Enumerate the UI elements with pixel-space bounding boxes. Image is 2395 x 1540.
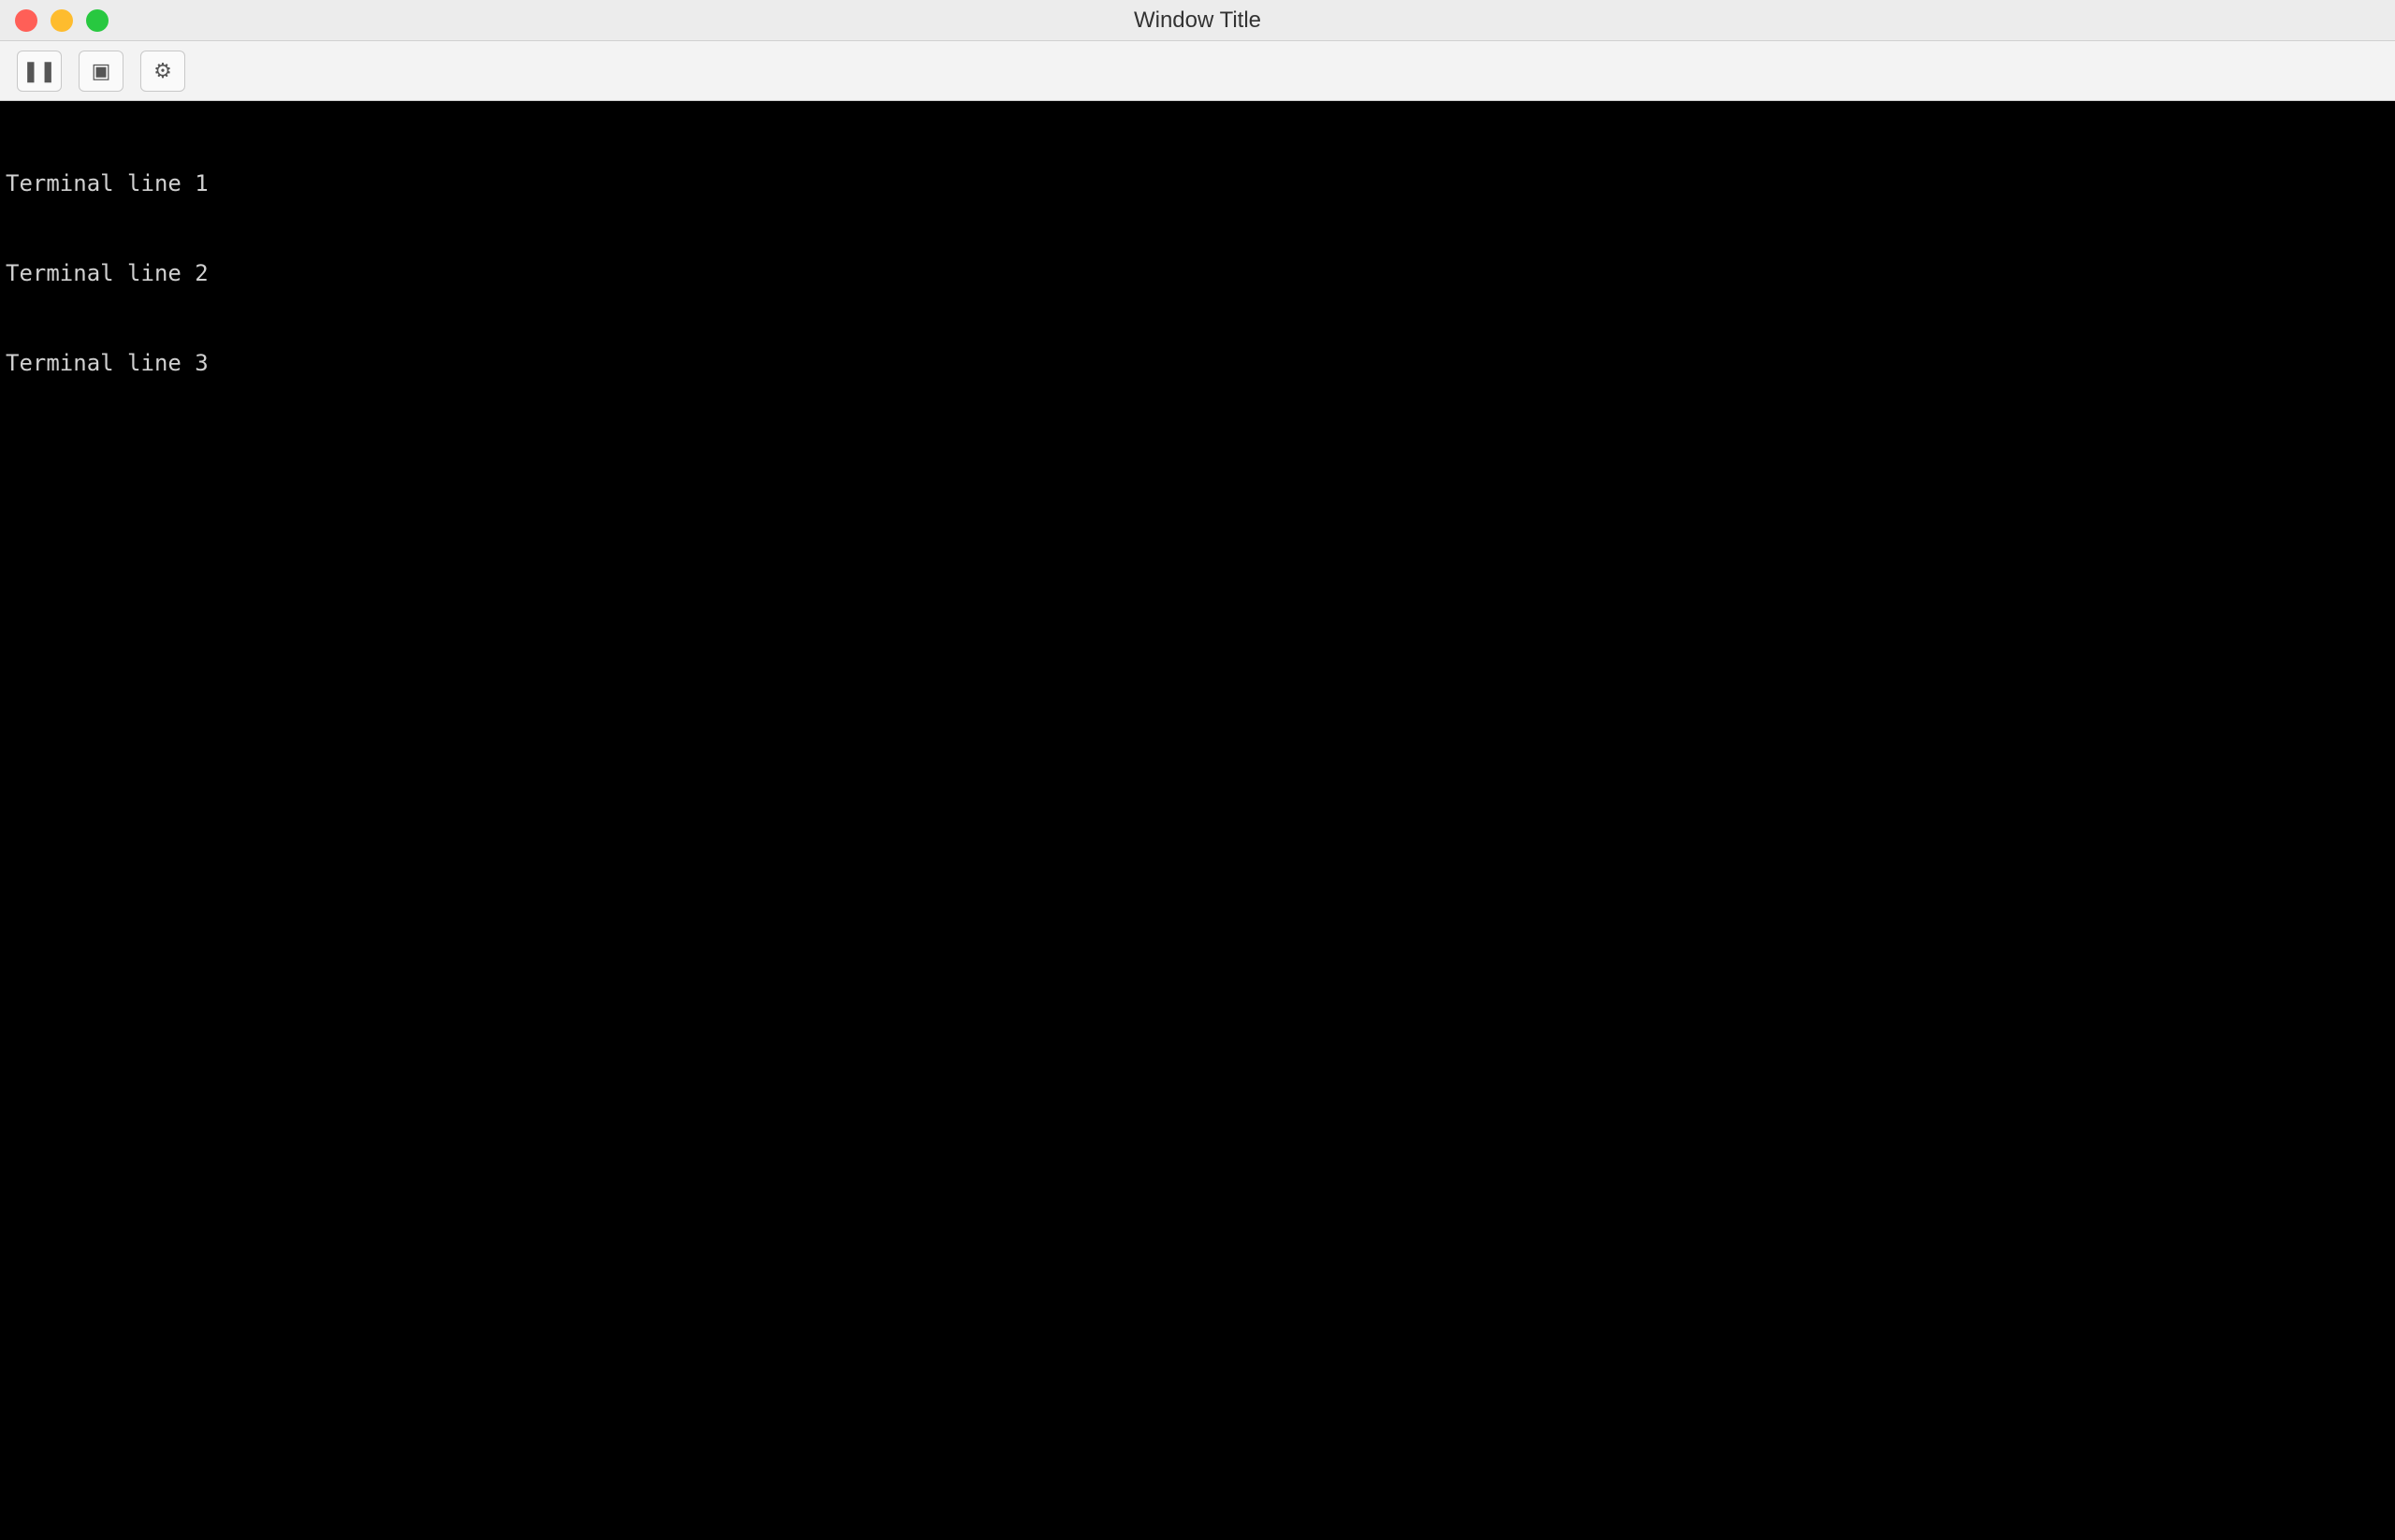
snapshot-button[interactable]: ▣: [79, 50, 123, 92]
minimize-button[interactable]: [51, 8, 73, 32]
pause-icon: ❚❚: [22, 58, 57, 82]
settings-icon: ⚙: [153, 58, 172, 82]
terminal-line: Terminal line 1: [6, 170, 209, 196]
window-title: Window Title: [1133, 7, 1262, 33]
terminal-line: Terminal line 2: [6, 260, 209, 286]
terminal-output[interactable]: Terminal line 1 Terminal line 2 Terminal…: [0, 101, 2395, 1540]
snapshot-icon: ▣: [91, 58, 111, 82]
maximize-button[interactable]: [86, 8, 109, 32]
title-bar: Window Title: [0, 0, 2395, 41]
app-window: Window Title ❚❚ ▣ ⚙ Terminal line 1 Term…: [0, 0, 2395, 1540]
terminal-line: Terminal line 3: [6, 350, 209, 376]
toolbar: ❚❚ ▣ ⚙: [0, 41, 2395, 101]
pause-button[interactable]: ❚❚: [17, 50, 62, 92]
settings-button[interactable]: ⚙: [140, 50, 185, 92]
close-button[interactable]: [15, 8, 37, 32]
window-controls: [15, 8, 109, 32]
